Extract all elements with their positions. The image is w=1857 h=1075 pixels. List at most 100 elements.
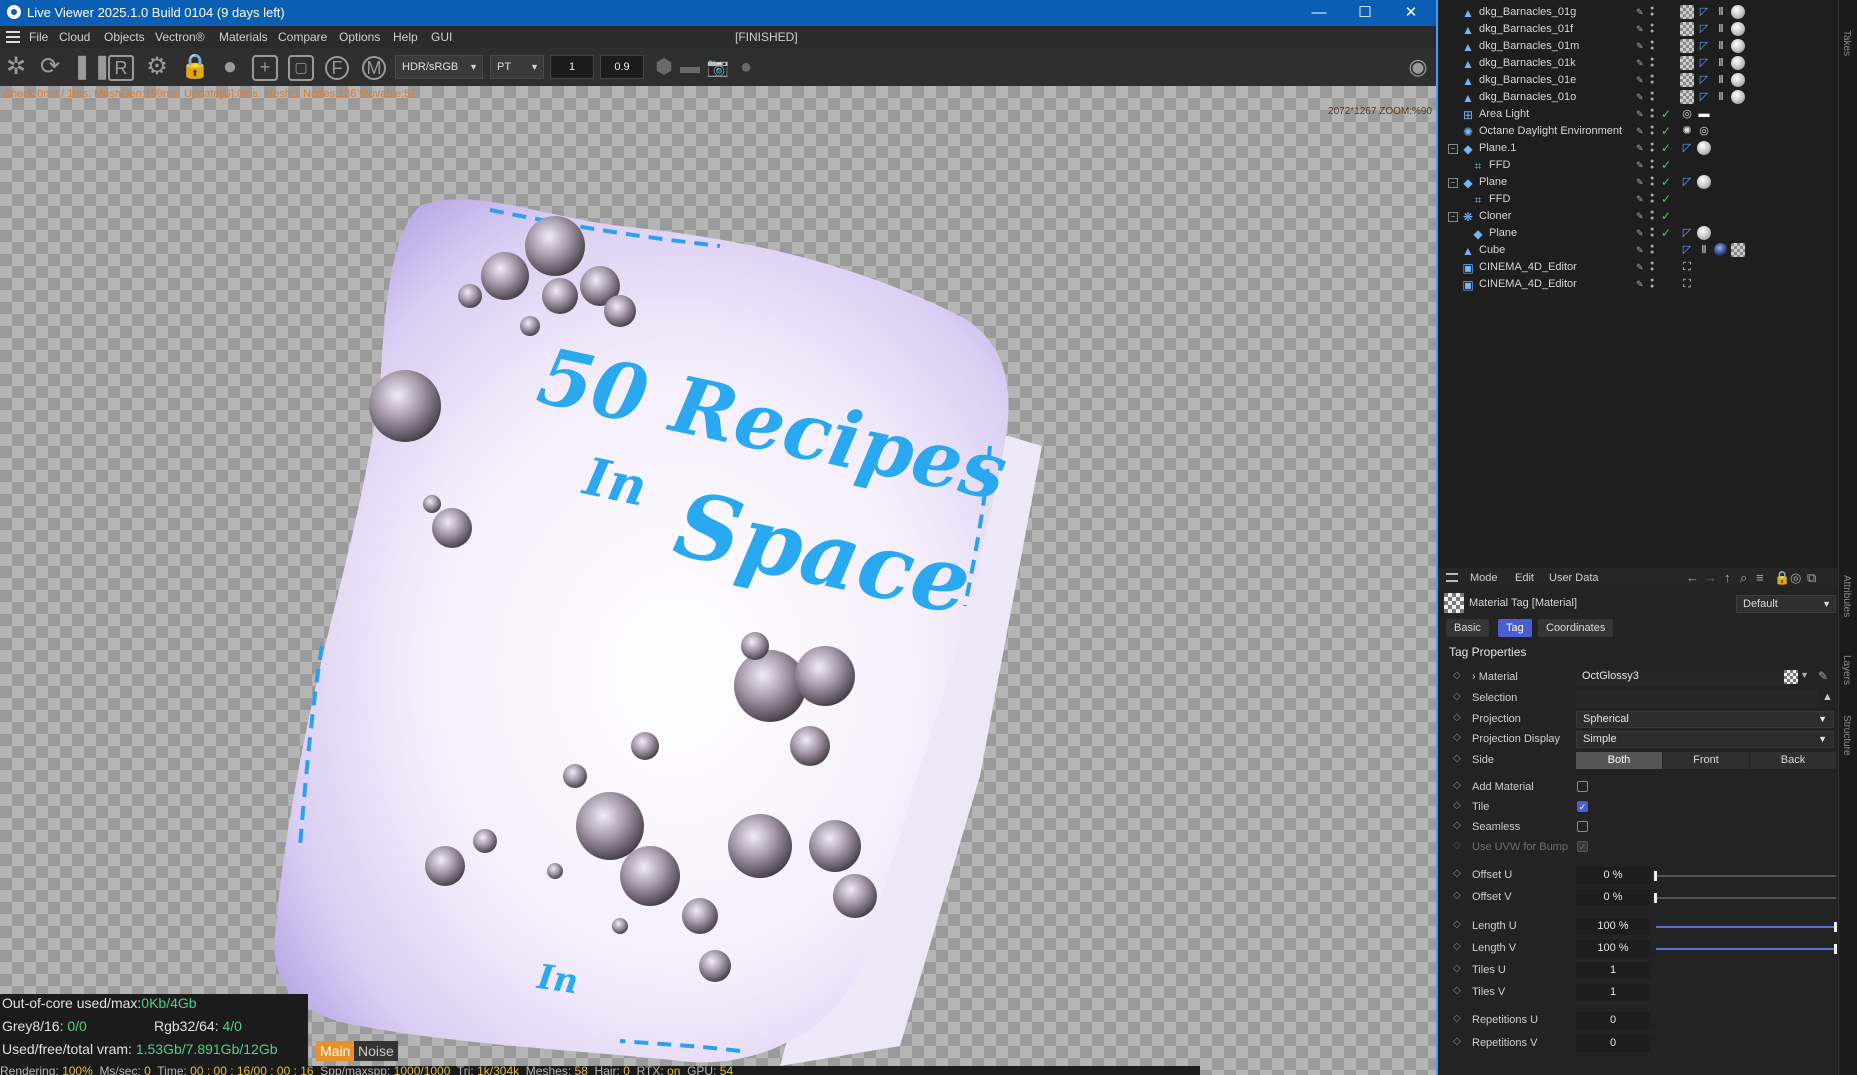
edit-toggle-icon[interactable]: ✎: [1636, 92, 1646, 103]
phong-tag-icon[interactable]: ◸: [1697, 56, 1711, 70]
expand-toggle-icon[interactable]: −: [1448, 144, 1458, 154]
picker-icon[interactable]: ✎: [1818, 669, 1828, 683]
maximize-button[interactable]: ☐: [1342, 0, 1388, 26]
chevron-down-icon[interactable]: ▼: [1800, 670, 1809, 680]
keyframe-icon[interactable]: ◇: [1453, 1036, 1461, 1047]
octane-material-icon[interactable]: [1731, 5, 1745, 19]
visibility-dots-icon[interactable]: ● ●: [1650, 158, 1654, 171]
phong-tag-icon[interactable]: ◸: [1697, 73, 1711, 87]
edit-toggle-icon[interactable]: ✎: [1636, 211, 1646, 222]
enabled-check-icon[interactable]: ✓: [1661, 192, 1671, 206]
recenter-icon[interactable]: ✲: [2, 53, 30, 81]
material-preview-icon[interactable]: [1784, 670, 1798, 684]
offset-v-knob[interactable]: [1654, 893, 1657, 903]
menu-file[interactable]: File: [29, 30, 48, 44]
length-v-input[interactable]: 100 %: [1576, 940, 1650, 957]
add-material-checkbox[interactable]: [1577, 781, 1588, 792]
edit-toggle-icon[interactable]: ✎: [1636, 177, 1646, 188]
visibility-dots-icon[interactable]: ● ●: [1650, 175, 1654, 188]
light-tag-icon[interactable]: ▬: [1697, 107, 1711, 121]
edit-toggle-icon[interactable]: ✎: [1636, 24, 1646, 35]
toolbar-value-1[interactable]: 1: [550, 55, 594, 79]
enabled-check-icon[interactable]: ✓: [1661, 124, 1671, 138]
repetitions-u-input[interactable]: 0: [1576, 1012, 1650, 1029]
menu-mode[interactable]: Mode: [1470, 572, 1498, 584]
side-tab-structure[interactable]: Structure: [1841, 715, 1852, 756]
search-icon[interactable]: ⌕: [1740, 570, 1747, 586]
octane-material-icon[interactable]: [1697, 175, 1711, 189]
symmetry-tag-icon[interactable]: Ⅱ: [1714, 73, 1728, 87]
offset-u-knob[interactable]: [1654, 871, 1657, 881]
material-tag-icon[interactable]: [1680, 39, 1694, 53]
length-v-slider[interactable]: [1656, 944, 1837, 954]
keyframe-icon[interactable]: ◇: [1453, 780, 1461, 791]
keyframe-icon[interactable]: ◇: [1453, 691, 1461, 702]
length-u-knob[interactable]: [1834, 922, 1837, 932]
expand-toggle-icon[interactable]: −: [1448, 212, 1458, 222]
keyframe-icon[interactable]: ◇: [1453, 820, 1461, 831]
phong-tag-icon[interactable]: ◸: [1697, 22, 1711, 36]
menu-edit[interactable]: Edit: [1515, 572, 1534, 584]
tab-coordinates[interactable]: Coordinates: [1538, 619, 1614, 637]
add-region-icon[interactable]: +: [252, 55, 278, 81]
filter-icon[interactable]: ≡: [1756, 570, 1764, 585]
material-tag-icon[interactable]: [1680, 73, 1694, 87]
side-back-button[interactable]: Back: [1750, 752, 1836, 769]
menu-help[interactable]: Help: [393, 30, 418, 44]
circle-icon[interactable]: ●: [732, 53, 760, 81]
menu-compare[interactable]: Compare: [278, 30, 327, 44]
material-tag-icon[interactable]: [1680, 90, 1694, 104]
menu-materials[interactable]: Materials: [219, 30, 268, 44]
enabled-check-icon[interactable]: ✓: [1661, 209, 1671, 223]
phong-tag-icon[interactable]: ◸: [1680, 243, 1694, 257]
new-window-icon[interactable]: ⧉: [1807, 570, 1816, 586]
sun-tag-icon[interactable]: ✺: [1680, 124, 1694, 138]
side-tab-layers[interactable]: Layers: [1841, 655, 1852, 685]
target-icon[interactable]: ◎: [1790, 570, 1801, 586]
length-v-knob[interactable]: [1834, 944, 1837, 954]
edit-toggle-icon[interactable]: ✎: [1636, 279, 1646, 290]
selection-field[interactable]: [1576, 690, 1818, 707]
offset-v-input[interactable]: 0 %: [1576, 889, 1650, 906]
visibility-dots-icon[interactable]: ● ●: [1650, 226, 1654, 239]
edit-toggle-icon[interactable]: ✎: [1636, 228, 1646, 239]
phong-tag-icon[interactable]: ◸: [1680, 141, 1694, 155]
octane-logo-icon[interactable]: ◉: [1404, 53, 1432, 81]
tiles-v-input[interactable]: 1: [1576, 984, 1650, 1001]
edit-toggle-icon[interactable]: ✎: [1636, 41, 1646, 52]
length-u-slider[interactable]: [1656, 922, 1837, 932]
tile-checkbox[interactable]: ✓: [1577, 801, 1588, 812]
edit-toggle-icon[interactable]: ✎: [1636, 126, 1646, 137]
material-ball-icon[interactable]: ●: [216, 53, 244, 81]
keyframe-icon[interactable]: ◇: [1453, 712, 1461, 723]
keyframe-icon[interactable]: ◇: [1453, 868, 1461, 879]
symmetry-tag-icon[interactable]: Ⅱ: [1714, 5, 1728, 19]
forward-arrow-icon[interactable]: →: [1704, 570, 1717, 585]
render-viewport[interactable]: 50 Recipes In Space In: [0, 86, 1436, 1075]
visibility-dots-icon[interactable]: ● ●: [1650, 39, 1654, 52]
triangle-up-icon[interactable]: ▲: [1822, 691, 1833, 703]
octane-material-icon[interactable]: [1697, 226, 1711, 240]
keyframe-icon[interactable]: ◇: [1453, 800, 1461, 811]
menu-objects[interactable]: Objects: [104, 30, 145, 44]
lock-icon[interactable]: 🔒: [180, 53, 210, 81]
up-arrow-icon[interactable]: ↑: [1724, 570, 1731, 585]
menu-gui[interactable]: GUI: [431, 30, 452, 44]
material-tag-icon[interactable]: [1680, 22, 1694, 36]
kernel-select[interactable]: PT ▼: [490, 55, 544, 79]
chevron-right-icon[interactable]: ›: [1472, 671, 1476, 683]
frame-tag-icon[interactable]: ⛶: [1680, 260, 1694, 274]
octane-material-icon[interactable]: [1697, 141, 1711, 155]
close-button[interactable]: ✕: [1388, 0, 1434, 26]
material-picker-icon[interactable]: M: [362, 56, 386, 80]
keyframe-icon[interactable]: ◇: [1453, 890, 1461, 901]
preset-select[interactable]: Default ▼: [1736, 595, 1836, 613]
keyframe-icon[interactable]: ◇: [1453, 941, 1461, 952]
camera-icon[interactable]: 📷: [704, 53, 732, 81]
channel-noise-button[interactable]: Noise: [354, 1041, 398, 1061]
visibility-dots-icon[interactable]: ● ●: [1650, 209, 1654, 222]
visibility-dots-icon[interactable]: ● ●: [1650, 73, 1654, 86]
projection-display-select[interactable]: Simple ▼: [1576, 731, 1834, 748]
keyframe-icon[interactable]: ◇: [1453, 985, 1461, 996]
projection-select[interactable]: Spherical ▼: [1576, 711, 1834, 728]
